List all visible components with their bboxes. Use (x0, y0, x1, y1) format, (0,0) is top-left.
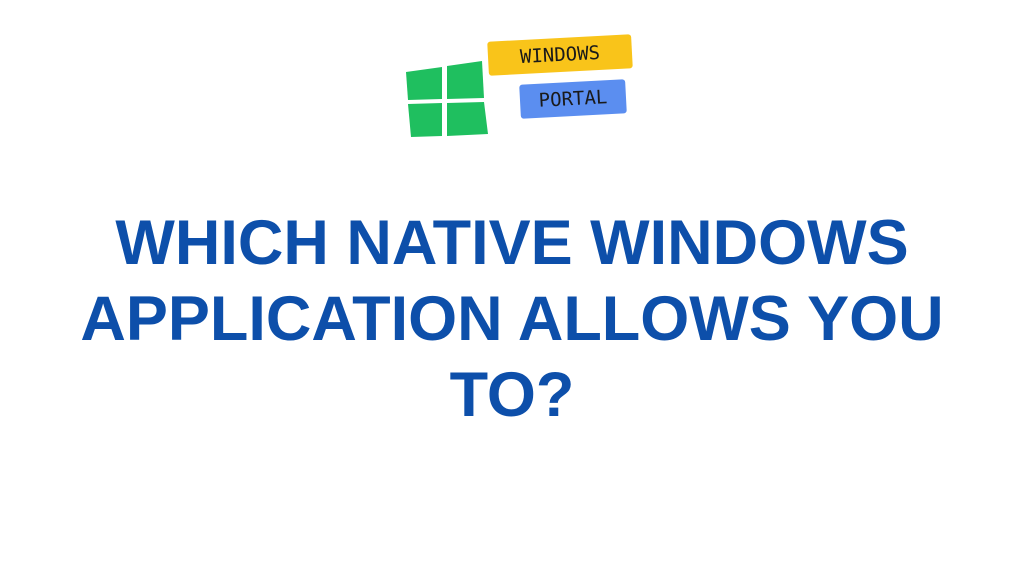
thumbnail-canvas: WINDOWS PORTAL WHICH NATIVE WINDOWS APPL… (0, 0, 1024, 576)
headline: WHICH NATIVE WINDOWS APPLICATION ALLOWS … (80, 208, 944, 430)
windows-tile-bottom-left (408, 103, 442, 137)
logo-tag-windows: WINDOWS (487, 34, 633, 76)
logo-tag-portal: PORTAL (519, 79, 627, 119)
windows-tile-bottom-right (447, 102, 488, 136)
windows-tile-top-left (406, 67, 442, 100)
windows-logo-icon (406, 61, 488, 137)
windows-tile-top-right (447, 61, 484, 99)
windows-portal-logo: WINDOWS PORTAL (404, 32, 640, 140)
